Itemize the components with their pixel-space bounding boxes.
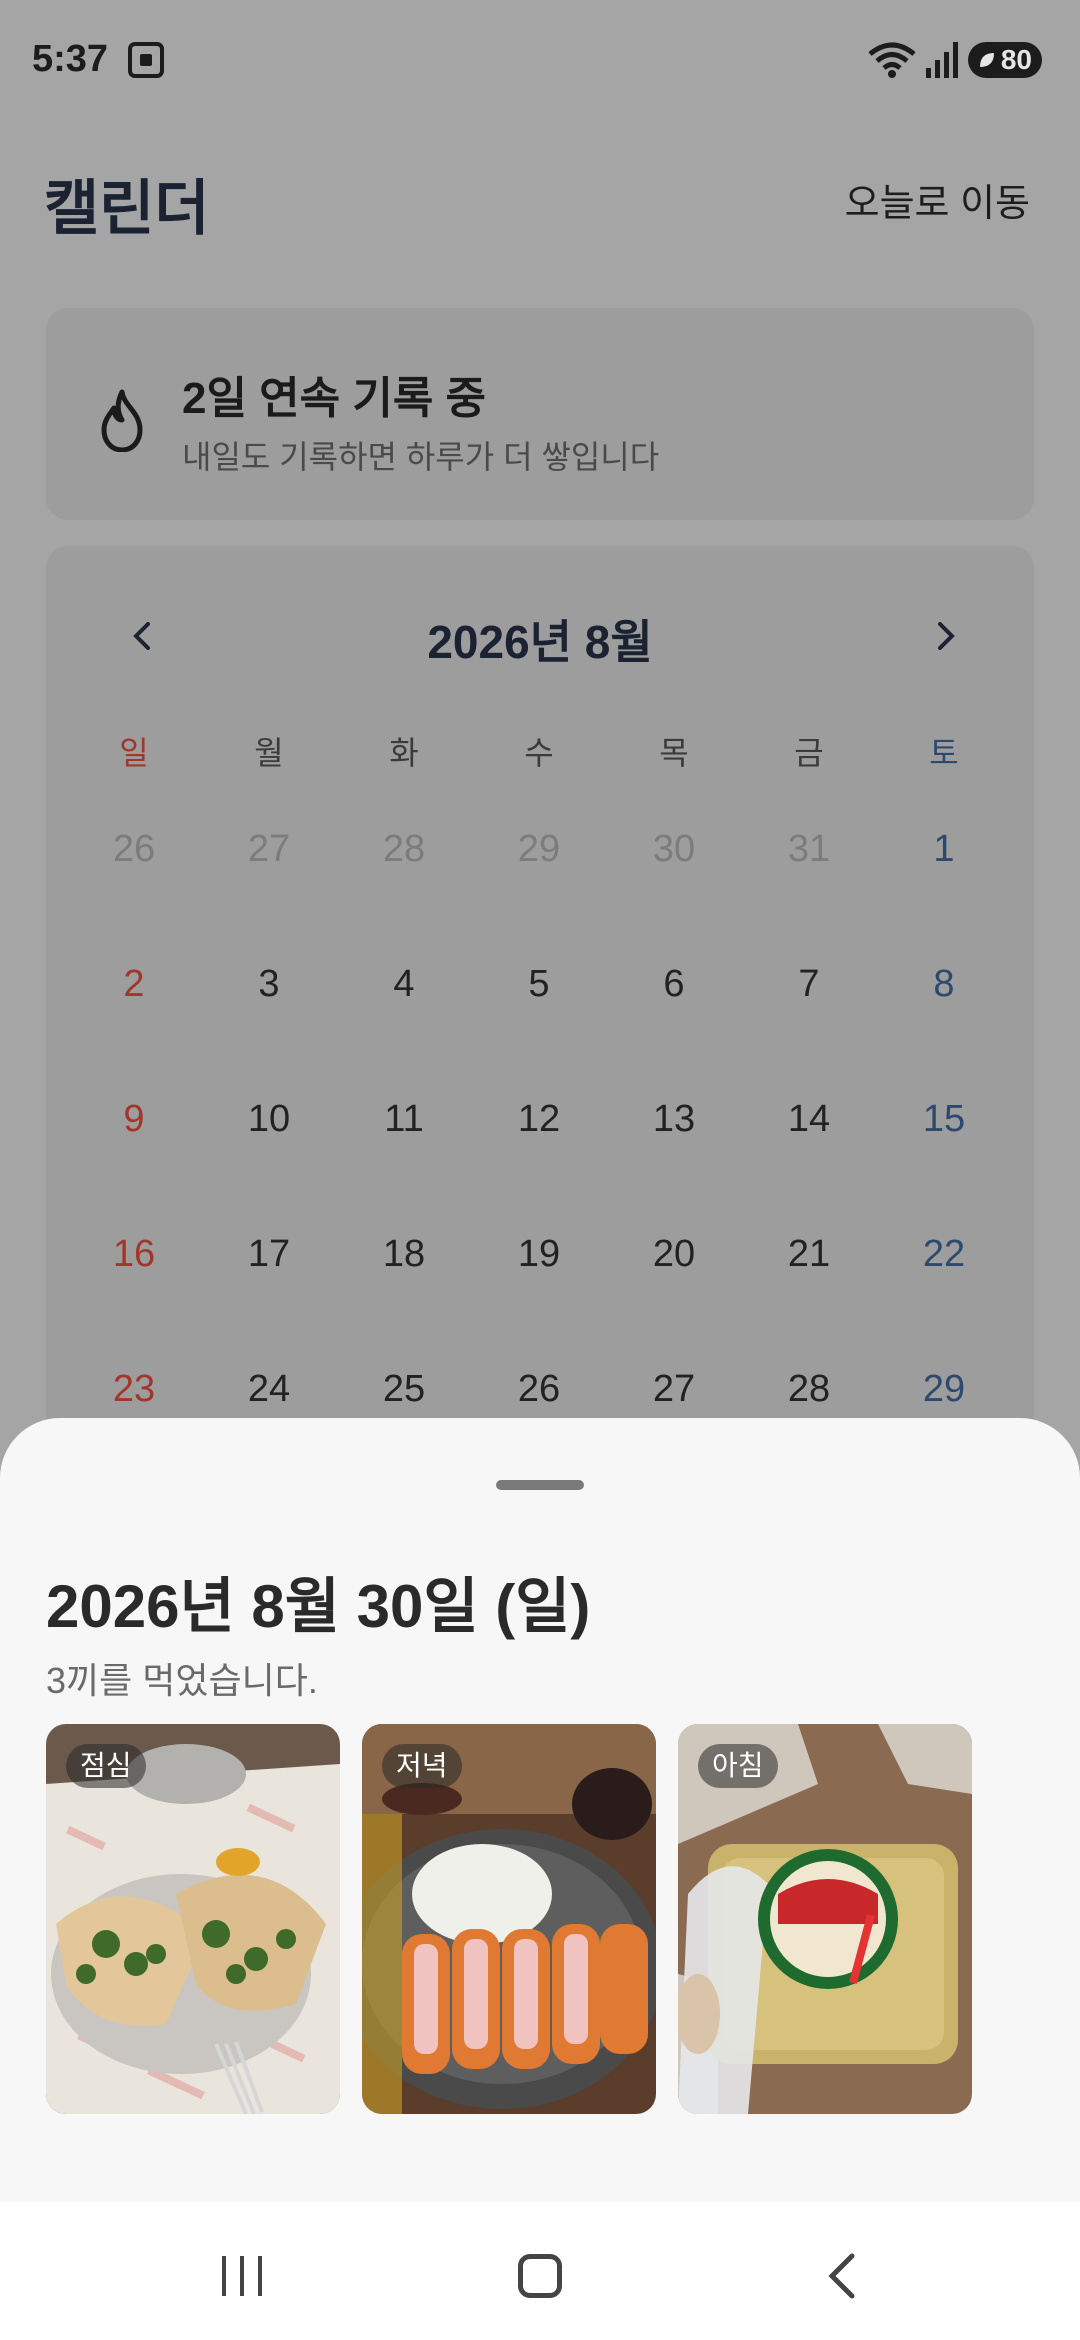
weekday-tue: 화 <box>389 735 419 771</box>
calendar-day[interactable]: 26 <box>84 828 184 871</box>
calendar-day[interactable]: 30 <box>624 828 724 871</box>
go-to-today-button[interactable]: 오늘로 이동 <box>845 172 1030 227</box>
meal-tag: 아침 <box>698 1744 778 1788</box>
next-month-chevron-icon[interactable] <box>926 616 966 656</box>
home-icon[interactable] <box>518 2254 562 2298</box>
calendar-day[interactable]: 27 <box>219 828 319 871</box>
weekday-sat: 토 <box>929 735 959 771</box>
calendar-day[interactable]: 20 <box>624 1233 724 1276</box>
selected-date-title: 2026년 8월 30일 (일) <box>46 1573 591 1640</box>
sheet-drag-handle[interactable] <box>496 1480 584 1490</box>
meal-photo-card[interactable]: 점심 <box>46 1724 340 2114</box>
status-time: 5:37 <box>32 38 109 80</box>
calendar-day[interactable]: 16 <box>84 1233 184 1276</box>
day-detail-bottom-sheet: 2026년 8월 30일 (일) 3끼를 먹었습니다. 점심 저녁 아침 <box>0 1418 1080 2202</box>
calendar-day[interactable]: 14 <box>759 1098 859 1141</box>
weekday-thu: 목 <box>659 735 689 771</box>
calendar-day[interactable]: 18 <box>354 1233 454 1276</box>
calendar-card: 2026년 8월 일 월 화 수 목 금 토 26 27 28 29 30 31… <box>46 546 1034 1546</box>
calendar-day[interactable]: 3 <box>219 963 319 1006</box>
calendar-day[interactable]: 13 <box>624 1098 724 1141</box>
calendar-day[interactable]: 2 <box>84 963 184 1006</box>
calendar-day[interactable]: 29 <box>894 1368 994 1411</box>
calendar-day[interactable]: 27 <box>624 1368 724 1411</box>
battery-indicator: 80 <box>968 42 1042 78</box>
flame-icon <box>101 389 143 452</box>
meal-photo-card[interactable]: 저녁 <box>362 1724 656 2114</box>
streak-title: 2일 연속 기록 중 <box>182 374 487 423</box>
calendar-day[interactable]: 28 <box>354 828 454 871</box>
calendar-day[interactable]: 29 <box>489 828 589 871</box>
calendar-day[interactable]: 15 <box>894 1098 994 1141</box>
page-title: 캘린더 <box>44 175 210 242</box>
weekday-sun: 일 <box>119 735 149 771</box>
calendar-day[interactable]: 4 <box>354 963 454 1006</box>
calendar-day[interactable]: 19 <box>489 1233 589 1276</box>
signal-icon <box>926 42 958 78</box>
calendar-day[interactable]: 7 <box>759 963 859 1006</box>
calendar-day[interactable]: 23 <box>84 1368 184 1411</box>
calendar-day[interactable]: 31 <box>759 828 859 871</box>
calendar-day[interactable]: 25 <box>354 1368 454 1411</box>
meal-photo-card[interactable]: 아침 <box>678 1724 972 2114</box>
calendar-day[interactable]: 5 <box>489 963 589 1006</box>
weekday-fri: 금 <box>794 735 824 771</box>
weekday-mon: 월 <box>254 735 284 771</box>
calendar-day[interactable]: 6 <box>624 963 724 1006</box>
streak-subtitle: 내일도 기록하면 하루가 더 쌓입니다 <box>182 439 660 475</box>
calendar-day[interactable]: 12 <box>489 1098 589 1141</box>
calendar-day[interactable]: 17 <box>219 1233 319 1276</box>
power-saving-leaf-icon <box>980 53 994 67</box>
calendar-day[interactable]: 22 <box>894 1233 994 1276</box>
status-bar: 5:37 80 <box>0 0 1080 120</box>
calendar-day[interactable]: 28 <box>759 1368 859 1411</box>
weekday-wed: 수 <box>524 735 554 771</box>
battery-level: 80 <box>1000 44 1032 75</box>
back-icon[interactable] <box>826 2252 856 2300</box>
calendar-day[interactable]: 21 <box>759 1233 859 1276</box>
calendar-day[interactable]: 9 <box>84 1098 184 1141</box>
meal-count-text: 3끼를 먹었습니다. <box>46 1660 318 1701</box>
meal-tag: 저녁 <box>382 1744 462 1788</box>
calendar-day[interactable]: 24 <box>219 1368 319 1411</box>
calendar-month-title: 2026년 8월 <box>427 616 653 668</box>
system-navigation-bar <box>0 2202 1080 2340</box>
meal-tag: 점심 <box>66 1744 146 1788</box>
screen-record-icon <box>128 42 164 78</box>
wifi-icon <box>868 42 916 78</box>
calendar-day[interactable]: 1 <box>894 828 994 871</box>
recent-apps-icon[interactable] <box>220 2256 266 2296</box>
calendar-day[interactable]: 26 <box>489 1368 589 1411</box>
streak-card: 2일 연속 기록 중 내일도 기록하면 하루가 더 쌓입니다 <box>46 308 1034 520</box>
calendar-day[interactable]: 11 <box>354 1098 454 1141</box>
calendar-day[interactable]: 8 <box>894 963 994 1006</box>
calendar-day[interactable]: 10 <box>219 1098 319 1141</box>
